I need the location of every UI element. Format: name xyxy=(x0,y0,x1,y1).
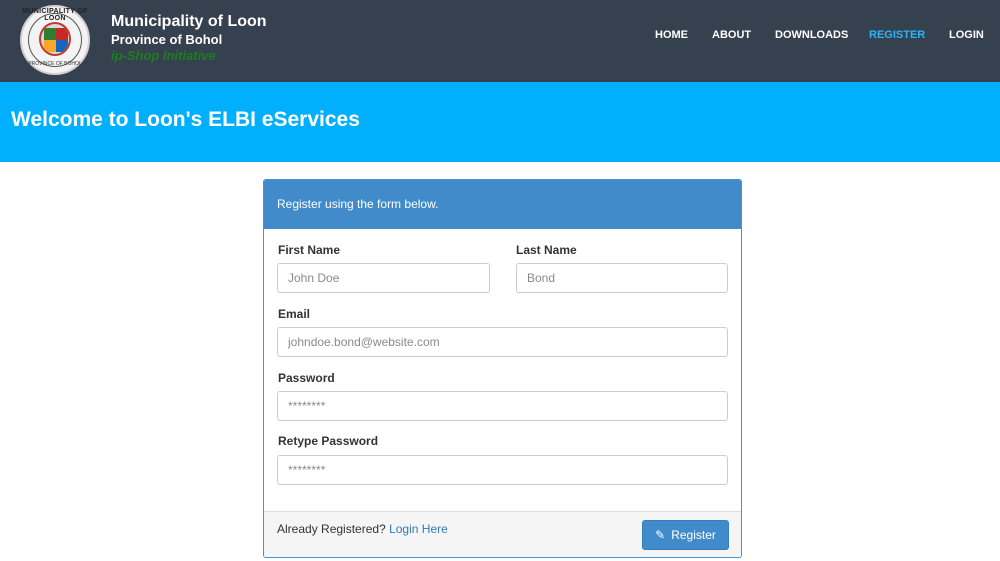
password-label: Password xyxy=(278,371,335,385)
panel-header: Register using the form below. xyxy=(264,180,741,229)
last-name-label: Last Name xyxy=(516,243,577,257)
municipal-seal-logo[interactable]: MUNICIPALITY OF LOON PROVINCE OF BOHOL xyxy=(20,5,90,75)
site-subtitle: Province of Bohol xyxy=(111,32,223,47)
nav-login[interactable]: LOGIN xyxy=(949,29,984,43)
retype-password-label: Retype Password xyxy=(278,434,379,448)
brand: Municipality of Loon Province of Bohol i… xyxy=(111,12,267,64)
register-button-label: Register xyxy=(671,528,716,542)
password-input[interactable] xyxy=(277,391,728,421)
site-tagline: ip-Shop Initiative xyxy=(111,48,216,63)
already-registered-text: Already Registered? Login Here xyxy=(277,522,448,536)
register-button[interactable]: ✎ Register xyxy=(642,520,729,550)
top-navbar: MUNICIPALITY OF LOON PROVINCE OF BOHOL M… xyxy=(0,0,1000,82)
panel-heading: Register using the form below. xyxy=(277,197,439,211)
pencil-icon: ✎ xyxy=(655,528,666,542)
retype-password-input[interactable] xyxy=(277,455,728,485)
site-title: Municipality of Loon xyxy=(111,13,267,30)
nav-home[interactable]: HOME xyxy=(655,29,688,43)
login-here-link[interactable]: Login Here xyxy=(389,522,448,536)
seal-shield-icon xyxy=(39,22,71,56)
first-name-input[interactable] xyxy=(277,263,490,293)
panel-footer: Already Registered? Login Here ✎ Register xyxy=(264,511,741,557)
email-input[interactable] xyxy=(277,327,728,357)
nav-downloads[interactable]: DOWNLOADS xyxy=(775,29,848,43)
register-panel: Register using the form below. First Nam… xyxy=(263,179,742,558)
nav-about[interactable]: ABOUT xyxy=(712,29,751,43)
nav-register[interactable]: REGISTER xyxy=(869,29,925,43)
hero-banner: Welcome to Loon's ELBI eServices xyxy=(0,82,1000,162)
hero-title: Welcome to Loon's ELBI eServices xyxy=(11,108,360,131)
last-name-input[interactable] xyxy=(516,263,728,293)
already-registered-label: Already Registered? xyxy=(277,522,386,536)
first-name-label: First Name xyxy=(278,243,341,257)
email-label: Email xyxy=(278,307,311,321)
seal-text-bottom: PROVINCE OF BOHOL xyxy=(28,61,82,67)
